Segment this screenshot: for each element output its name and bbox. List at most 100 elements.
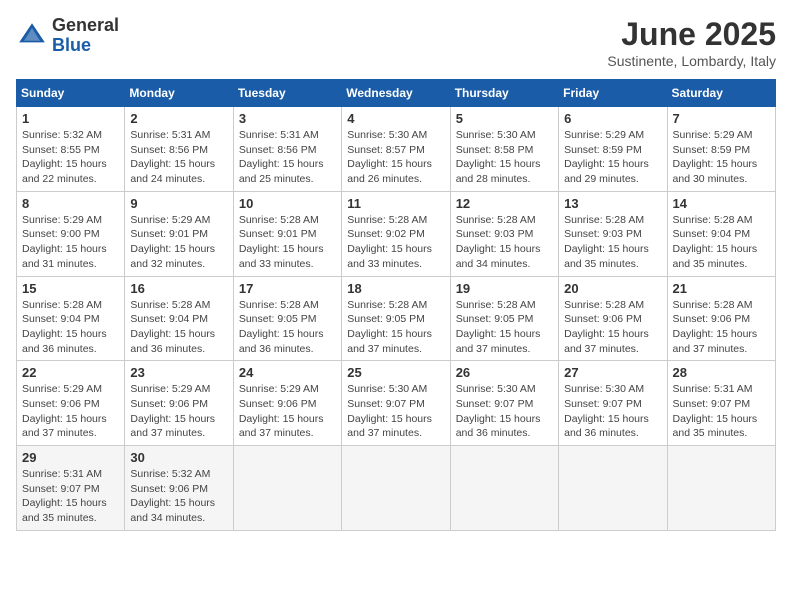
calendar-cell <box>342 446 450 531</box>
calendar-cell: 26 Sunrise: 5:30 AMSunset: 9:07 PMDayligh… <box>450 361 558 446</box>
day-number: 5 <box>456 111 553 126</box>
logo: General Blue <box>16 16 119 56</box>
day-number: 19 <box>456 281 553 296</box>
weekday-header-cell: Sunday <box>17 80 125 107</box>
day-number: 7 <box>673 111 770 126</box>
calendar-cell: 10 Sunrise: 5:28 AMSunset: 9:01 PMDayligh… <box>233 191 341 276</box>
calendar-cell: 7 Sunrise: 5:29 AMSunset: 8:59 PMDaylight… <box>667 107 775 192</box>
day-info: Sunrise: 5:28 AMSunset: 9:03 PMDaylight:… <box>564 213 661 272</box>
day-number: 14 <box>673 196 770 211</box>
page-header: General Blue June 2025 Sustinente, Lomba… <box>16 16 776 69</box>
calendar-cell: 17Sunrise: 5:28 AMSunset: 9:05 PMDayligh… <box>233 276 341 361</box>
day-info: Sunrise: 5:28 AMSunset: 9:02 PMDaylight:… <box>347 213 444 272</box>
logo-icon <box>16 20 48 52</box>
location: Sustinente, Lombardy, Italy <box>607 53 776 69</box>
day-number: 21 <box>673 281 770 296</box>
calendar-cell: 2Sunrise: 5:31 AMSunset: 8:56 PMDaylight… <box>125 107 233 192</box>
day-number: 10 <box>239 196 336 211</box>
weekday-header-cell: Monday <box>125 80 233 107</box>
day-info: Sunrise: 5:31 AMSunset: 8:56 PMDaylight:… <box>239 128 336 187</box>
calendar-cell: 13 Sunrise: 5:28 AMSunset: 9:03 PMDayligh… <box>559 191 667 276</box>
day-info: Sunrise: 5:30 AMSunset: 8:57 PMDaylight:… <box>347 128 444 187</box>
calendar-cell: 3 Sunrise: 5:31 AMSunset: 8:56 PMDaylight… <box>233 107 341 192</box>
day-number: 20 <box>564 281 661 296</box>
day-info: Sunrise: 5:29 AMSunset: 8:59 PMDaylight:… <box>564 128 661 187</box>
month-title: June 2025 <box>607 16 776 53</box>
day-info: Sunrise: 5:28 AMSunset: 9:06 PMDaylight:… <box>673 298 770 357</box>
calendar-cell: 5 Sunrise: 5:30 AMSunset: 8:58 PMDaylight… <box>450 107 558 192</box>
day-number: 9 <box>130 196 227 211</box>
calendar-cell: 4 Sunrise: 5:30 AMSunset: 8:57 PMDaylight… <box>342 107 450 192</box>
calendar-week-row: 15Sunrise: 5:28 AMSunset: 9:04 PMDayligh… <box>17 276 776 361</box>
day-info: Sunrise: 5:29 AMSunset: 8:59 PMDaylight:… <box>673 128 770 187</box>
weekday-header-cell: Friday <box>559 80 667 107</box>
day-number: 2 <box>130 111 227 126</box>
weekday-header-row: SundayMondayTuesdayWednesdayThursdayFrid… <box>17 80 776 107</box>
calendar-table: SundayMondayTuesdayWednesdayThursdayFrid… <box>16 79 776 531</box>
day-info: Sunrise: 5:30 AMSunset: 9:07 PMDaylight:… <box>347 382 444 441</box>
calendar-cell: 24 Sunrise: 5:29 AMSunset: 9:06 PMDayligh… <box>233 361 341 446</box>
day-number: 13 <box>564 196 661 211</box>
calendar-cell: 29 Sunrise: 5:31 AMSunset: 9:07 PMDayligh… <box>17 446 125 531</box>
calendar-week-row: 1Sunrise: 5:32 AMSunset: 8:55 PMDaylight… <box>17 107 776 192</box>
day-number: 25 <box>347 365 444 380</box>
calendar-cell: 19 Sunrise: 5:28 AMSunset: 9:05 PMDayligh… <box>450 276 558 361</box>
day-info: Sunrise: 5:30 AMSunset: 9:07 PMDaylight:… <box>456 382 553 441</box>
day-number: 30 <box>130 450 227 465</box>
day-info: Sunrise: 5:29 AMSunset: 9:06 PMDaylight:… <box>239 382 336 441</box>
day-number: 6 <box>564 111 661 126</box>
day-info: Sunrise: 5:28 AMSunset: 9:05 PMDaylight:… <box>456 298 553 357</box>
day-info: Sunrise: 5:31 AMSunset: 9:07 PMDaylight:… <box>673 382 770 441</box>
day-number: 23 <box>130 365 227 380</box>
day-number: 8 <box>22 196 119 211</box>
day-info: Sunrise: 5:28 AMSunset: 9:03 PMDaylight:… <box>456 213 553 272</box>
day-number: 26 <box>456 365 553 380</box>
day-info: Sunrise: 5:28 AMSunset: 9:05 PMDaylight:… <box>239 298 336 357</box>
title-block: June 2025 Sustinente, Lombardy, Italy <box>607 16 776 69</box>
day-info: Sunrise: 5:29 AMSunset: 9:06 PMDaylight:… <box>130 382 227 441</box>
calendar-cell <box>233 446 341 531</box>
calendar-week-row: 22 Sunrise: 5:29 AMSunset: 9:06 PMDayligh… <box>17 361 776 446</box>
calendar-cell <box>559 446 667 531</box>
day-number: 27 <box>564 365 661 380</box>
weekday-header-cell: Tuesday <box>233 80 341 107</box>
calendar-cell: 1Sunrise: 5:32 AMSunset: 8:55 PMDaylight… <box>17 107 125 192</box>
calendar-cell <box>450 446 558 531</box>
calendar-cell: 22 Sunrise: 5:29 AMSunset: 9:06 PMDayligh… <box>17 361 125 446</box>
day-info: Sunrise: 5:28 AMSunset: 9:06 PMDaylight:… <box>564 298 661 357</box>
logo-general: General <box>52 15 119 35</box>
calendar-cell: 20 Sunrise: 5:28 AMSunset: 9:06 PMDayligh… <box>559 276 667 361</box>
calendar-cell: 9 Sunrise: 5:29 AMSunset: 9:01 PMDaylight… <box>125 191 233 276</box>
day-number: 16 <box>130 281 227 296</box>
day-info: Sunrise: 5:28 AMSunset: 9:05 PMDaylight:… <box>347 298 444 357</box>
day-info: Sunrise: 5:29 AMSunset: 9:01 PMDaylight:… <box>130 213 227 272</box>
calendar-cell: 21 Sunrise: 5:28 AMSunset: 9:06 PMDayligh… <box>667 276 775 361</box>
day-info: Sunrise: 5:32 AMSunset: 8:55 PMDaylight:… <box>22 128 119 187</box>
day-info: Sunrise: 5:29 AMSunset: 9:00 PMDaylight:… <box>22 213 119 272</box>
calendar-cell: 16 Sunrise: 5:28 AMSunset: 9:04 PMDayligh… <box>125 276 233 361</box>
weekday-header-cell: Wednesday <box>342 80 450 107</box>
day-info: Sunrise: 5:28 AMSunset: 9:04 PMDaylight:… <box>22 298 119 357</box>
calendar-cell: 30Sunrise: 5:32 AMSunset: 9:06 PMDayligh… <box>125 446 233 531</box>
day-number: 29 <box>22 450 119 465</box>
calendar-week-row: 29 Sunrise: 5:31 AMSunset: 9:07 PMDayligh… <box>17 446 776 531</box>
weekday-header-cell: Saturday <box>667 80 775 107</box>
calendar-cell: 18 Sunrise: 5:28 AMSunset: 9:05 PMDayligh… <box>342 276 450 361</box>
day-number: 4 <box>347 111 444 126</box>
day-info: Sunrise: 5:30 AMSunset: 8:58 PMDaylight:… <box>456 128 553 187</box>
day-info: Sunrise: 5:28 AMSunset: 9:01 PMDaylight:… <box>239 213 336 272</box>
calendar-cell: 28Sunrise: 5:31 AMSunset: 9:07 PMDayligh… <box>667 361 775 446</box>
day-number: 12 <box>456 196 553 211</box>
day-info: Sunrise: 5:28 AMSunset: 9:04 PMDaylight:… <box>130 298 227 357</box>
calendar-cell: 23 Sunrise: 5:29 AMSunset: 9:06 PMDayligh… <box>125 361 233 446</box>
day-info: Sunrise: 5:31 AMSunset: 9:07 PMDaylight:… <box>22 467 119 526</box>
calendar-cell <box>667 446 775 531</box>
day-number: 11 <box>347 196 444 211</box>
day-number: 18 <box>347 281 444 296</box>
calendar-cell: 27Sunrise: 5:30 AMSunset: 9:07 PMDayligh… <box>559 361 667 446</box>
day-number: 3 <box>239 111 336 126</box>
day-number: 24 <box>239 365 336 380</box>
day-info: Sunrise: 5:29 AMSunset: 9:06 PMDaylight:… <box>22 382 119 441</box>
logo-blue: Blue <box>52 35 91 55</box>
day-number: 22 <box>22 365 119 380</box>
